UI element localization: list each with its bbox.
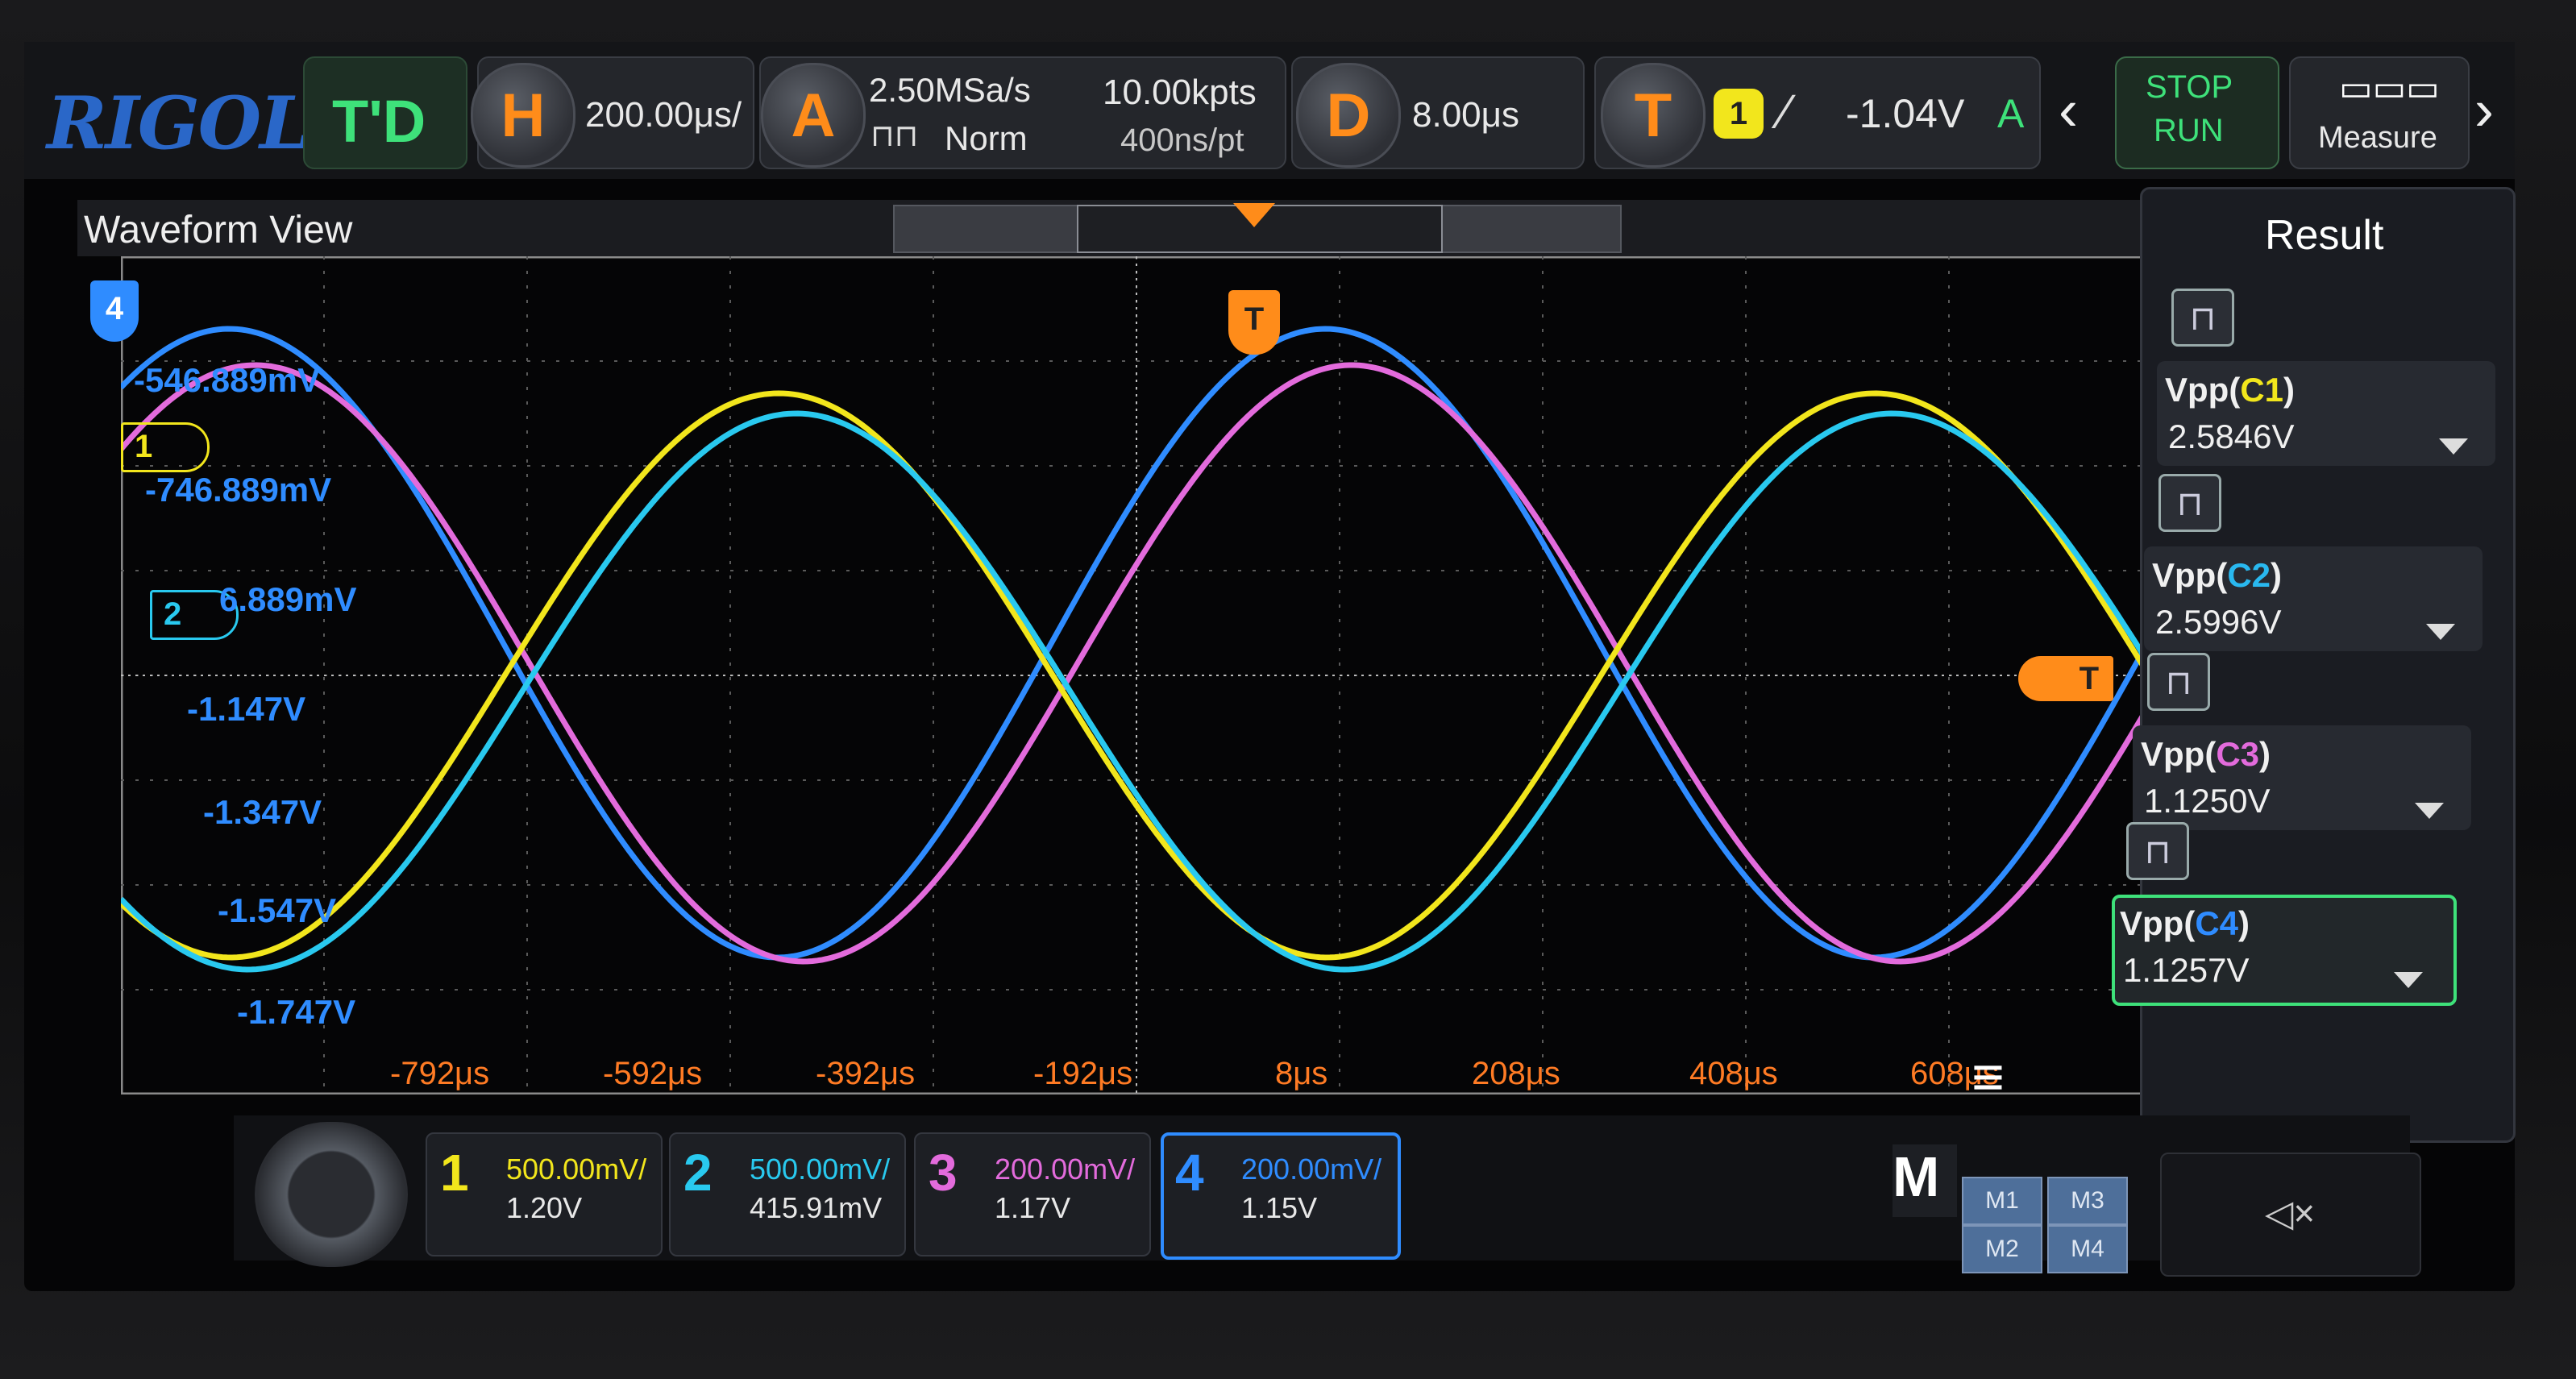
math-m3-button[interactable]: M3	[2047, 1177, 2128, 1225]
channel-scale: 200.00mV/	[995, 1153, 1136, 1186]
ruler-icon: ▭▭▭	[2339, 69, 2440, 108]
trigger-source-badge: 1	[1714, 89, 1764, 139]
time-label: -192μs	[1033, 1056, 1133, 1091]
delay-icon: D	[1296, 63, 1401, 168]
acquire-icon: A	[761, 63, 866, 168]
voltage-label: -1.347V	[203, 793, 322, 831]
result-value: 1.1250V	[2144, 782, 2271, 820]
trigger-icon: T	[1601, 63, 1706, 168]
channel-offset: 1.15V	[1241, 1191, 1318, 1224]
result-close: )	[2283, 371, 2296, 409]
channel1-marker[interactable]: 1	[121, 422, 210, 472]
result-close: )	[2238, 904, 2250, 942]
horizontal-scale: 200.00μs/	[585, 95, 742, 135]
chevron-down-icon[interactable]	[2439, 438, 2468, 455]
result-close: )	[2271, 556, 2283, 594]
channel-offset: 415.91mV	[750, 1191, 883, 1224]
result-func: Vpp(	[2152, 556, 2228, 594]
channel-number: 3	[929, 1144, 958, 1202]
time-label: -592μs	[603, 1056, 703, 1091]
chevron-down-icon[interactable]	[2394, 972, 2423, 988]
channel-offset: 1.20V	[506, 1191, 583, 1224]
result-channel: C3	[2216, 735, 2260, 773]
math-m1-button[interactable]: M1	[1962, 1177, 2042, 1225]
trigger-position-marker	[1233, 203, 1275, 227]
time-label: 8μs	[1275, 1056, 1328, 1091]
result-channel: C2	[2227, 556, 2271, 594]
result-channel: C1	[2240, 371, 2284, 409]
mute-icon: ◁×	[2265, 1192, 2316, 1234]
brand-logo: RIGOL	[47, 81, 310, 166]
pulse-icon: ⊓	[2158, 474, 2221, 532]
trigger-time-marker[interactable]: T	[1228, 290, 1280, 355]
voltage-label: -1.747V	[237, 993, 356, 1031]
math-button[interactable]: M	[1893, 1144, 1957, 1217]
voltage-label: -1.547V	[218, 891, 337, 929]
waveform-view-title: Waveform View	[84, 209, 353, 251]
result-name: Vpp(C2)	[2152, 556, 2282, 595]
chevron-down-icon[interactable]	[2426, 624, 2455, 640]
result-name: Vpp(C3)	[2141, 735, 2271, 774]
result-func: Vpp(	[2165, 371, 2241, 409]
sample-rate: 2.50MSa/s	[869, 71, 1031, 109]
run-label: RUN	[2154, 113, 2224, 148]
result-channel: C4	[2195, 904, 2239, 942]
result-title: Result	[2265, 212, 2384, 259]
graticule	[121, 256, 2152, 1094]
voltage-label: -746.889mV	[145, 471, 332, 509]
result-name: Vpp(C4)	[2120, 904, 2250, 943]
rising-edge-icon: ∕	[1781, 85, 1790, 139]
trigger-level: -1.04V	[1846, 91, 1965, 136]
time-per-point: 400ns/pt	[1120, 123, 1244, 158]
trigger-sweep: A	[1997, 91, 2025, 136]
math-m2-button[interactable]: M2	[1962, 1225, 2042, 1273]
result-name: Vpp(C1)	[2165, 371, 2295, 409]
menu-icon[interactable]: ≡	[1971, 1045, 2005, 1109]
chevron-down-icon[interactable]	[2415, 803, 2444, 819]
memory-depth: 10.00kpts	[1103, 73, 1257, 112]
result-value: 2.5996V	[2155, 603, 2282, 641]
voltage-label: -1.147V	[187, 690, 306, 728]
voltage-label: 6.889mV	[219, 580, 357, 618]
channel-number: 2	[683, 1144, 713, 1202]
waveform-plot	[121, 256, 2152, 1094]
stop-label: STOP	[2146, 69, 2233, 105]
delay-value: 8.00μs	[1412, 95, 1519, 135]
channel-offset: 1.17V	[995, 1191, 1071, 1224]
pulse-icon: ⊓	[2171, 289, 2234, 347]
pulse-icon: ⊓	[2126, 822, 2189, 880]
result-func: Vpp(	[2120, 904, 2196, 942]
time-label: 408μs	[1689, 1056, 1778, 1091]
result-value: 1.1257V	[2123, 951, 2250, 989]
channel-number: 1	[440, 1144, 469, 1202]
measure-label: Measure	[2318, 121, 2437, 155]
chevron-right-icon[interactable]: ›	[2474, 77, 2494, 143]
time-label: -392μs	[816, 1056, 916, 1091]
voltage-label: -546.889mV	[134, 361, 321, 399]
chevron-left-icon[interactable]: ‹	[2059, 77, 2078, 143]
mode-label: T'D	[332, 88, 426, 155]
channel-scale: 500.00mV/	[750, 1153, 891, 1186]
pulse-icon: ⊓	[2147, 653, 2210, 711]
result-value: 2.5846V	[2168, 417, 2295, 455]
time-label: 208μs	[1472, 1056, 1560, 1091]
channel-scale: 200.00mV/	[1241, 1153, 1382, 1186]
horizontal-icon: H	[471, 63, 575, 168]
math-m4-button[interactable]: M4	[2047, 1225, 2128, 1273]
settings-gear-icon[interactable]	[255, 1122, 408, 1267]
time-label: -792μs	[390, 1056, 490, 1091]
trigger-level-marker[interactable]: T	[2018, 656, 2113, 701]
acquire-mode: Norm	[945, 119, 1028, 157]
result-close: )	[2259, 735, 2271, 773]
channel-scale: 500.00mV/	[506, 1153, 647, 1186]
waveform-grid[interactable]	[121, 256, 2152, 1094]
acquire-mode-glyph: ⊓⊓	[870, 119, 919, 153]
channel4-marker[interactable]: 4	[90, 280, 139, 342]
result-func: Vpp(	[2141, 735, 2217, 773]
channel-number: 4	[1175, 1144, 1204, 1202]
